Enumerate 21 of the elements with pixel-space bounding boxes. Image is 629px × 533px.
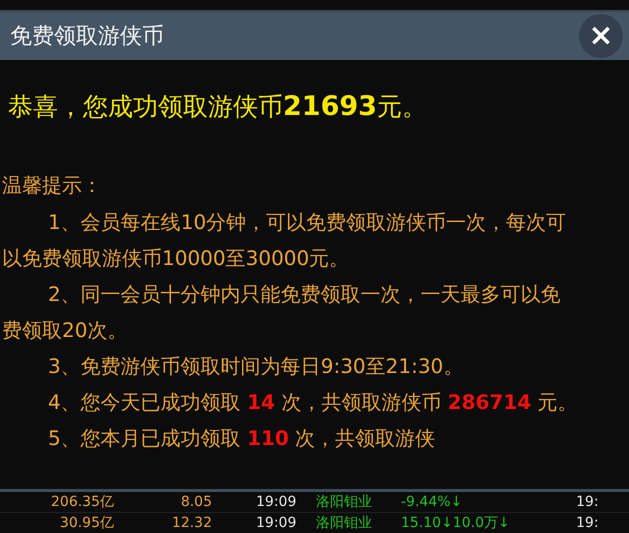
table-cell-text: 19:09: [255, 514, 298, 532]
table-cell-text: 206.35亿: [50, 493, 115, 511]
close-button[interactable]: ×: [579, 14, 623, 58]
table-cell-text: -9.44%↓: [401, 493, 464, 511]
table-cell-text: 19:09: [255, 493, 298, 511]
tip-text: 3、免费游侠币领取时间为每日9:30至21:30。: [47, 353, 464, 380]
success-message: 恭喜，您成功领取游侠币21693元。: [8, 90, 428, 123]
table-cell-text: 30.95亿: [58, 514, 115, 532]
table-cell-text: 洛阳钼业: [316, 493, 373, 511]
table-cell-text: 15.10↓10.0万↓: [401, 514, 511, 532]
tip-text: 1、会员每在线10分钟，可以免费领取游侠币一次，每次可以免费领取游侠币10000至30000元。: [2, 209, 568, 272]
table-cell-text: 洛阳钼业: [316, 514, 373, 532]
tip-text: 2、同一会员十分钟内只能免费领取一次，一天最多可以免费领取20次。: [2, 281, 562, 344]
table-cell-text: 8.05: [180, 493, 213, 511]
tips-heading: 温馨提示：: [2, 172, 103, 199]
tip-text: 5、您本月已成功领取 110 次，共领取游侠: [47, 425, 436, 452]
dialog-title: 免费领取游侠币: [10, 23, 164, 51]
table-cell-text: 19:: [576, 514, 600, 532]
table-cell-text: 12.32: [170, 514, 213, 532]
table-cell-text: 19:: [576, 493, 600, 511]
tip-text: 4、您今天已成功领取 14 次，共领取游侠币 286714 元。: [47, 389, 579, 416]
